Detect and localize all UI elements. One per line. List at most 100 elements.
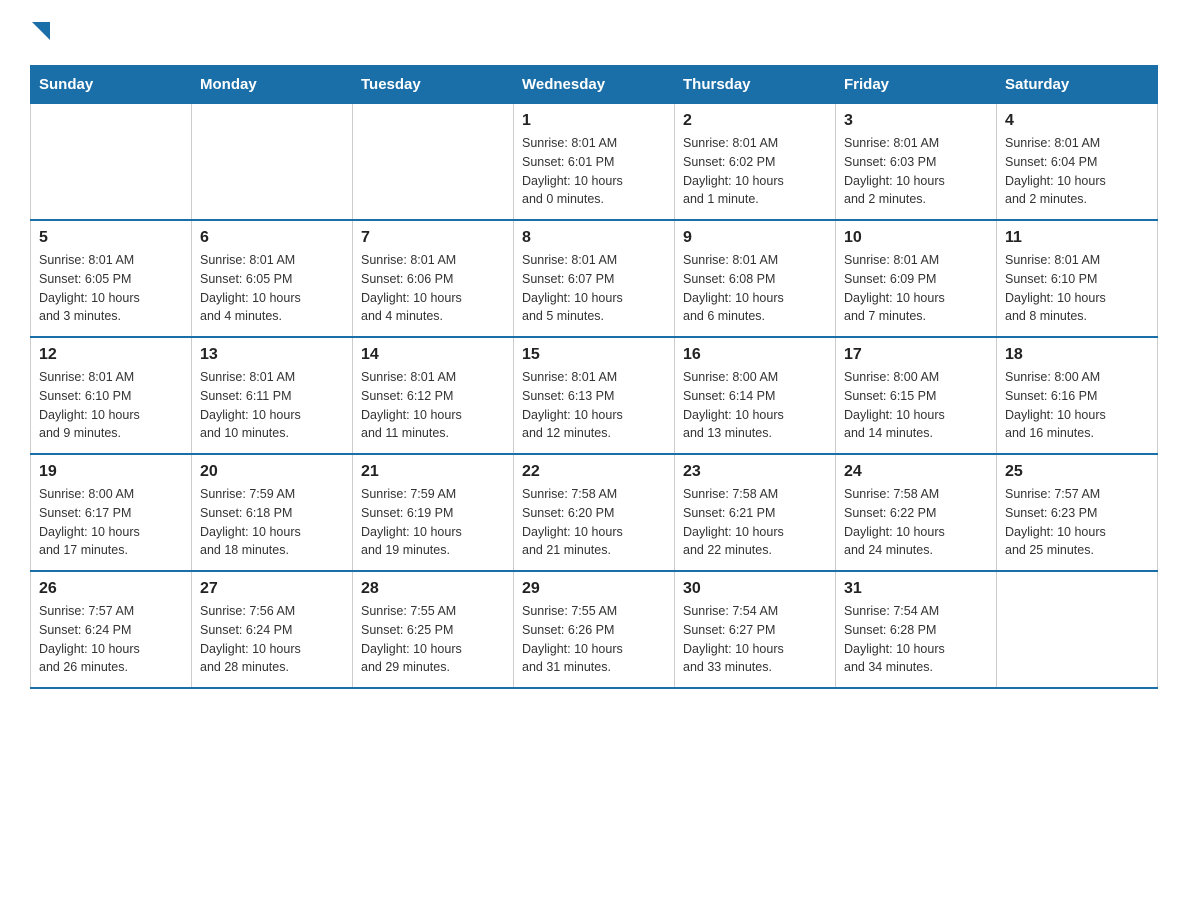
calendar-cell: 8 Sunrise: 8:01 AM Sunset: 6:07 PM Daylig… bbox=[514, 220, 675, 337]
day-number: 18 bbox=[1005, 346, 1149, 364]
calendar-cell: 22 Sunrise: 7:58 AM Sunset: 6:20 PM Dayli… bbox=[514, 454, 675, 571]
day-number: 4 bbox=[1005, 112, 1149, 130]
day-info: Sunrise: 7:57 AM Sunset: 6:23 PM Dayligh… bbox=[1005, 485, 1149, 560]
day-number: 20 bbox=[200, 463, 344, 481]
calendar-cell: 16 Sunrise: 8:00 AM Sunset: 6:14 PM Dayli… bbox=[675, 337, 836, 454]
day-number: 9 bbox=[683, 229, 827, 247]
calendar-week-1: 1 Sunrise: 8:01 AM Sunset: 6:01 PM Daylig… bbox=[31, 104, 1158, 221]
day-info: Sunrise: 8:01 AM Sunset: 6:09 PM Dayligh… bbox=[844, 251, 988, 326]
day-number: 11 bbox=[1005, 229, 1149, 247]
day-info: Sunrise: 8:01 AM Sunset: 6:07 PM Dayligh… bbox=[522, 251, 666, 326]
day-number: 17 bbox=[844, 346, 988, 364]
calendar-cell: 10 Sunrise: 8:01 AM Sunset: 6:09 PM Dayli… bbox=[836, 220, 997, 337]
calendar-cell: 19 Sunrise: 8:00 AM Sunset: 6:17 PM Dayli… bbox=[31, 454, 192, 571]
day-info: Sunrise: 7:57 AM Sunset: 6:24 PM Dayligh… bbox=[39, 602, 183, 677]
day-info: Sunrise: 8:01 AM Sunset: 6:10 PM Dayligh… bbox=[1005, 251, 1149, 326]
day-number: 29 bbox=[522, 580, 666, 598]
calendar-cell: 18 Sunrise: 8:00 AM Sunset: 6:16 PM Dayli… bbox=[997, 337, 1158, 454]
col-thursday: Thursday bbox=[675, 66, 836, 104]
calendar-cell: 29 Sunrise: 7:55 AM Sunset: 6:26 PM Dayli… bbox=[514, 571, 675, 688]
day-number: 22 bbox=[522, 463, 666, 481]
day-number: 31 bbox=[844, 580, 988, 598]
calendar-cell: 15Sunrise: 8:01 AM Sunset: 6:13 PM Dayli… bbox=[514, 337, 675, 454]
calendar-cell: 30Sunrise: 7:54 AM Sunset: 6:27 PM Dayli… bbox=[675, 571, 836, 688]
calendar-cell: 14Sunrise: 8:01 AM Sunset: 6:12 PM Dayli… bbox=[353, 337, 514, 454]
day-number: 12 bbox=[39, 346, 183, 364]
calendar-cell: 1 Sunrise: 8:01 AM Sunset: 6:01 PM Daylig… bbox=[514, 104, 675, 221]
day-info: Sunrise: 8:01 AM Sunset: 6:05 PM Dayligh… bbox=[200, 251, 344, 326]
day-number: 19 bbox=[39, 463, 183, 481]
day-info: Sunrise: 7:56 AM Sunset: 6:24 PM Dayligh… bbox=[200, 602, 344, 677]
day-number: 13 bbox=[200, 346, 344, 364]
day-info: Sunrise: 7:59 AM Sunset: 6:18 PM Dayligh… bbox=[200, 485, 344, 560]
calendar-header: Sunday Monday Tuesday Wednesday Thursday… bbox=[31, 66, 1158, 104]
day-info: Sunrise: 8:00 AM Sunset: 6:16 PM Dayligh… bbox=[1005, 368, 1149, 443]
calendar-cell bbox=[353, 104, 514, 221]
calendar-cell: 9 Sunrise: 8:01 AM Sunset: 6:08 PM Daylig… bbox=[675, 220, 836, 337]
day-number: 21 bbox=[361, 463, 505, 481]
day-number: 26 bbox=[39, 580, 183, 598]
day-number: 25 bbox=[1005, 463, 1149, 481]
col-wednesday: Wednesday bbox=[514, 66, 675, 104]
day-number: 5 bbox=[39, 229, 183, 247]
day-number: 10 bbox=[844, 229, 988, 247]
col-friday: Friday bbox=[836, 66, 997, 104]
day-info: Sunrise: 7:55 AM Sunset: 6:26 PM Dayligh… bbox=[522, 602, 666, 677]
day-info: Sunrise: 8:00 AM Sunset: 6:14 PM Dayligh… bbox=[683, 368, 827, 443]
col-sunday: Sunday bbox=[31, 66, 192, 104]
calendar-cell bbox=[997, 571, 1158, 688]
calendar-cell bbox=[31, 104, 192, 221]
day-number: 3 bbox=[844, 112, 988, 130]
calendar-cell: 24Sunrise: 7:58 AM Sunset: 6:22 PM Dayli… bbox=[836, 454, 997, 571]
day-info: Sunrise: 8:01 AM Sunset: 6:05 PM Dayligh… bbox=[39, 251, 183, 326]
day-info: Sunrise: 8:01 AM Sunset: 6:01 PM Dayligh… bbox=[522, 134, 666, 209]
day-number: 23 bbox=[683, 463, 827, 481]
day-info: Sunrise: 8:01 AM Sunset: 6:02 PM Dayligh… bbox=[683, 134, 827, 209]
day-number: 28 bbox=[361, 580, 505, 598]
calendar-cell: 4 Sunrise: 8:01 AM Sunset: 6:04 PM Daylig… bbox=[997, 104, 1158, 221]
day-info: Sunrise: 7:58 AM Sunset: 6:21 PM Dayligh… bbox=[683, 485, 827, 560]
col-tuesday: Tuesday bbox=[353, 66, 514, 104]
day-info: Sunrise: 8:01 AM Sunset: 6:08 PM Dayligh… bbox=[683, 251, 827, 326]
day-info: Sunrise: 7:54 AM Sunset: 6:28 PM Dayligh… bbox=[844, 602, 988, 677]
page-header bbox=[30, 20, 1158, 45]
day-info: Sunrise: 8:01 AM Sunset: 6:04 PM Dayligh… bbox=[1005, 134, 1149, 209]
day-info: Sunrise: 8:00 AM Sunset: 6:15 PM Dayligh… bbox=[844, 368, 988, 443]
calendar-cell: 2Sunrise: 8:01 AM Sunset: 6:02 PM Daylig… bbox=[675, 104, 836, 221]
logo bbox=[30, 20, 50, 45]
calendar-cell: 31 Sunrise: 7:54 AM Sunset: 6:28 PM Dayli… bbox=[836, 571, 997, 688]
day-info: Sunrise: 8:00 AM Sunset: 6:17 PM Dayligh… bbox=[39, 485, 183, 560]
day-info: Sunrise: 7:55 AM Sunset: 6:25 PM Dayligh… bbox=[361, 602, 505, 677]
day-number: 6 bbox=[200, 229, 344, 247]
col-monday: Monday bbox=[192, 66, 353, 104]
day-number: 24 bbox=[844, 463, 988, 481]
calendar-cell: 6 Sunrise: 8:01 AM Sunset: 6:05 PM Daylig… bbox=[192, 220, 353, 337]
calendar-cell: 5 Sunrise: 8:01 AM Sunset: 6:05 PM Daylig… bbox=[31, 220, 192, 337]
calendar-cell: 27Sunrise: 7:56 AM Sunset: 6:24 PM Dayli… bbox=[192, 571, 353, 688]
calendar-cell: 11 Sunrise: 8:01 AM Sunset: 6:10 PM Dayli… bbox=[997, 220, 1158, 337]
day-number: 8 bbox=[522, 229, 666, 247]
calendar-week-2: 5 Sunrise: 8:01 AM Sunset: 6:05 PM Daylig… bbox=[31, 220, 1158, 337]
calendar-cell: 13 Sunrise: 8:01 AM Sunset: 6:11 PM Dayli… bbox=[192, 337, 353, 454]
day-number: 16 bbox=[683, 346, 827, 364]
calendar-cell: 7Sunrise: 8:01 AM Sunset: 6:06 PM Daylig… bbox=[353, 220, 514, 337]
calendar-body: 1 Sunrise: 8:01 AM Sunset: 6:01 PM Daylig… bbox=[31, 104, 1158, 689]
day-info: Sunrise: 7:59 AM Sunset: 6:19 PM Dayligh… bbox=[361, 485, 505, 560]
calendar-cell: 26 Sunrise: 7:57 AM Sunset: 6:24 PM Dayli… bbox=[31, 571, 192, 688]
calendar-cell: 20 Sunrise: 7:59 AM Sunset: 6:18 PM Dayli… bbox=[192, 454, 353, 571]
calendar-cell: 12Sunrise: 8:01 AM Sunset: 6:10 PM Dayli… bbox=[31, 337, 192, 454]
day-info: Sunrise: 8:01 AM Sunset: 6:11 PM Dayligh… bbox=[200, 368, 344, 443]
calendar-cell: 23 Sunrise: 7:58 AM Sunset: 6:21 PM Dayli… bbox=[675, 454, 836, 571]
col-saturday: Saturday bbox=[997, 66, 1158, 104]
calendar-table: Sunday Monday Tuesday Wednesday Thursday… bbox=[30, 65, 1158, 689]
calendar-cell: 17 Sunrise: 8:00 AM Sunset: 6:15 PM Dayli… bbox=[836, 337, 997, 454]
day-number: 1 bbox=[522, 112, 666, 130]
calendar-week-5: 26 Sunrise: 7:57 AM Sunset: 6:24 PM Dayli… bbox=[31, 571, 1158, 688]
logo-arrow-icon bbox=[32, 22, 50, 40]
calendar-cell: 28 Sunrise: 7:55 AM Sunset: 6:25 PM Dayli… bbox=[353, 571, 514, 688]
day-info: Sunrise: 7:58 AM Sunset: 6:20 PM Dayligh… bbox=[522, 485, 666, 560]
calendar-cell: 21 Sunrise: 7:59 AM Sunset: 6:19 PM Dayli… bbox=[353, 454, 514, 571]
day-number: 30 bbox=[683, 580, 827, 598]
calendar-week-4: 19 Sunrise: 8:00 AM Sunset: 6:17 PM Dayli… bbox=[31, 454, 1158, 571]
day-number: 14 bbox=[361, 346, 505, 364]
